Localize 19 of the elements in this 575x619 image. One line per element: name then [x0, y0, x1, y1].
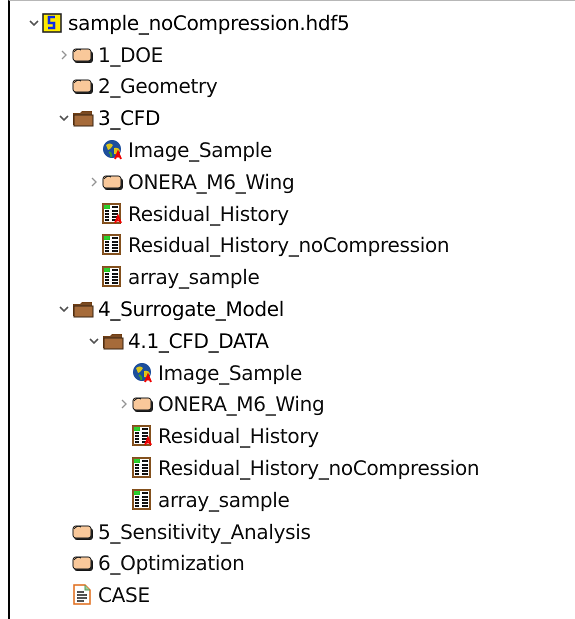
tree-item-label[interactable]: 1_DOE [98, 42, 164, 67]
tree-item-label[interactable]: 4.1_CFD_DATA [128, 328, 269, 353]
tree-item-label[interactable]: Image_Sample [158, 360, 302, 385]
tree-item-label[interactable]: Residual_History [158, 424, 319, 448]
tree-item-label[interactable]: Image_Sample [128, 138, 272, 162]
tree-item-label[interactable]: 6_Optimization [98, 551, 244, 576]
tree-item-label[interactable]: sample_noCompression.hdf5 [68, 10, 350, 35]
tree-item-label[interactable]: ONERA_M6_Wing [158, 392, 324, 416]
tree-item-label[interactable]: 4_Surrogate_Model [98, 297, 284, 322]
tree-item-label[interactable]: 2_Geometry [98, 74, 218, 98]
tree-item-label[interactable]: 3_CFD [98, 106, 160, 130]
tree-item-label[interactable]: array_sample [128, 265, 260, 290]
tree-item-label[interactable]: 5_Sensitivity_Analysis [98, 520, 311, 544]
tree-item-label[interactable]: array_sample [158, 488, 290, 512]
tree-item-label[interactable]: Residual_History [128, 202, 289, 226]
tree-item-label[interactable]: Residual_History_noCompression [158, 456, 480, 480]
tree-item-label[interactable]: CASE [98, 583, 150, 608]
tree-item-label[interactable]: Residual_History_noCompression [128, 233, 450, 258]
tree-item-label[interactable]: ONERA_M6_Wing [128, 170, 294, 194]
